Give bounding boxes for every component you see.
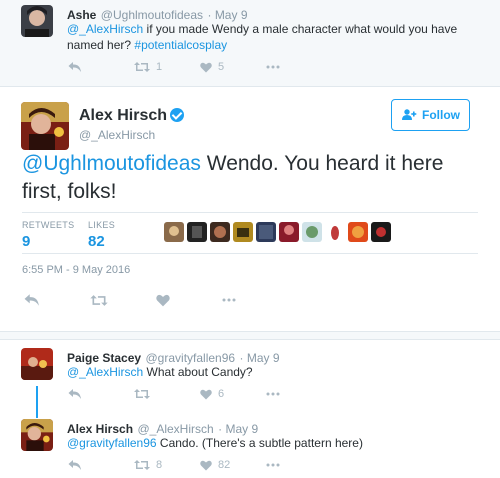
avatar[interactable] bbox=[21, 348, 53, 380]
tweet-actions: 1 5 bbox=[68, 61, 280, 73]
author-name[interactable]: Ashe bbox=[67, 8, 96, 22]
retweet-button[interactable] bbox=[90, 294, 156, 307]
reply-button[interactable] bbox=[68, 459, 134, 471]
liker-avatar[interactable] bbox=[325, 222, 345, 242]
more-button[interactable] bbox=[222, 298, 236, 302]
tweet-text: @_AlexHirsch What about Candy? bbox=[67, 364, 253, 380]
liker-avatar[interactable] bbox=[164, 222, 184, 242]
retweet-icon bbox=[134, 460, 150, 470]
more-icon bbox=[222, 298, 236, 302]
tweet-text: @Ughlmoutofideas Wendo. You heard it her… bbox=[22, 150, 462, 206]
liker-avatar[interactable] bbox=[210, 222, 230, 242]
liker-avatars bbox=[164, 222, 394, 242]
section-divider bbox=[0, 332, 500, 340]
tweet-actions bbox=[24, 293, 236, 307]
like-count: 6 bbox=[218, 388, 225, 400]
reply-tweet[interactable]: Alex Hirsch @_AlexHirsch · May 9 @gravit… bbox=[0, 412, 500, 478]
more-icon bbox=[266, 463, 280, 467]
main-tweet: Alex Hirsch @_AlexHirsch Follow @Ughlmou… bbox=[0, 88, 500, 332]
tweet-body: What about Candy? bbox=[143, 365, 253, 379]
reply-icon bbox=[68, 389, 81, 399]
like-icon bbox=[200, 460, 212, 470]
more-button[interactable] bbox=[266, 65, 280, 69]
avatar[interactable] bbox=[21, 419, 53, 451]
likes-value[interactable]: 82 bbox=[88, 233, 105, 250]
follow-label: Follow bbox=[422, 108, 460, 122]
retweet-icon bbox=[134, 62, 150, 72]
author-name[interactable]: Alex Hirsch bbox=[79, 107, 167, 124]
like-count: 82 bbox=[218, 459, 231, 471]
mention-link[interactable]: @_AlexHirsch bbox=[67, 22, 143, 36]
reply-icon bbox=[68, 460, 81, 470]
retweet-count: 1 bbox=[156, 61, 163, 73]
liker-avatar[interactable] bbox=[256, 222, 276, 242]
avatar[interactable] bbox=[21, 5, 53, 37]
retweet-button[interactable] bbox=[134, 388, 200, 400]
like-icon bbox=[200, 389, 212, 399]
liker-avatar[interactable] bbox=[348, 222, 368, 242]
retweet-count: 8 bbox=[156, 459, 163, 471]
like-icon bbox=[200, 62, 212, 72]
author-name[interactable]: Paige Stacey bbox=[67, 351, 141, 365]
retweet-icon bbox=[90, 294, 108, 306]
like-count: 5 bbox=[218, 61, 225, 73]
retweet-button[interactable]: 1 bbox=[134, 61, 200, 73]
reply-tweet[interactable]: Paige Stacey @gravityfallen96 · May 9 @_… bbox=[0, 341, 500, 411]
tweet-actions: 8 82 bbox=[68, 459, 280, 471]
avatar[interactable] bbox=[21, 102, 69, 150]
liker-avatar[interactable] bbox=[371, 222, 391, 242]
like-button[interactable]: 82 bbox=[200, 459, 266, 471]
like-button[interactable]: 5 bbox=[200, 61, 266, 73]
retweet-icon bbox=[134, 389, 150, 399]
retweets-label: RETWEETS bbox=[22, 220, 75, 230]
follow-button[interactable]: Follow bbox=[391, 99, 470, 131]
tweet-date[interactable]: · May 9 bbox=[240, 351, 280, 365]
mention-link[interactable]: @_AlexHirsch bbox=[67, 365, 143, 379]
like-button[interactable]: 6 bbox=[200, 388, 266, 400]
author-handle[interactable]: @_AlexHirsch bbox=[79, 128, 155, 142]
parent-tweet[interactable]: Ashe @Ughlmoutofideas · May 9 @_AlexHirs… bbox=[0, 0, 500, 87]
verified-icon bbox=[170, 108, 185, 122]
tweet-text: @gravityfallen96 Cando. (There's a subtl… bbox=[67, 435, 363, 451]
likes-label: LIKES bbox=[88, 220, 116, 230]
author-handle[interactable]: @Ughlmoutofideas bbox=[101, 8, 203, 22]
more-icon bbox=[266, 65, 280, 69]
tweet-text: @_AlexHirsch if you made Wendy a male ch… bbox=[67, 21, 487, 53]
reply-icon bbox=[68, 62, 81, 72]
mention-link[interactable]: @gravityfallen96 bbox=[67, 436, 157, 450]
tweet-date[interactable]: · May 9 bbox=[207, 8, 247, 22]
more-button[interactable] bbox=[266, 392, 280, 396]
tweet-timestamp[interactable]: 6:55 PM - 9 May 2016 bbox=[22, 264, 130, 276]
reply-button[interactable] bbox=[24, 293, 90, 307]
reply-icon bbox=[24, 294, 39, 306]
tweet-body: Cando. (There's a subtle pattern here) bbox=[156, 436, 363, 450]
author-block: Alex Hirsch bbox=[79, 107, 185, 125]
tweet-date[interactable]: · May 9 bbox=[218, 422, 258, 436]
like-button[interactable] bbox=[156, 294, 222, 307]
like-icon bbox=[156, 294, 170, 306]
liker-avatar[interactable] bbox=[233, 222, 253, 242]
retweet-button[interactable]: 8 bbox=[134, 459, 200, 471]
tweet-stats: RETWEETS 9 LIKES 82 bbox=[22, 212, 478, 254]
author-handle[interactable]: @gravityfallen96 bbox=[146, 351, 236, 365]
hashtag-link[interactable]: #potentialcosplay bbox=[134, 38, 227, 52]
liker-avatar[interactable] bbox=[302, 222, 322, 242]
more-button[interactable] bbox=[266, 463, 280, 467]
tweet-actions: 6 bbox=[68, 388, 280, 400]
author-name[interactable]: Alex Hirsch bbox=[67, 422, 133, 436]
liker-avatar[interactable] bbox=[187, 222, 207, 242]
retweets-value[interactable]: 9 bbox=[22, 233, 30, 250]
more-icon bbox=[266, 392, 280, 396]
reply-button[interactable] bbox=[68, 388, 134, 400]
author-handle[interactable]: @_AlexHirsch bbox=[137, 422, 213, 436]
liker-avatar[interactable] bbox=[279, 222, 299, 242]
follow-person-icon bbox=[402, 109, 417, 120]
mention-link[interactable]: @Ughlmoutofideas bbox=[22, 152, 201, 175]
reply-button[interactable] bbox=[68, 61, 134, 73]
